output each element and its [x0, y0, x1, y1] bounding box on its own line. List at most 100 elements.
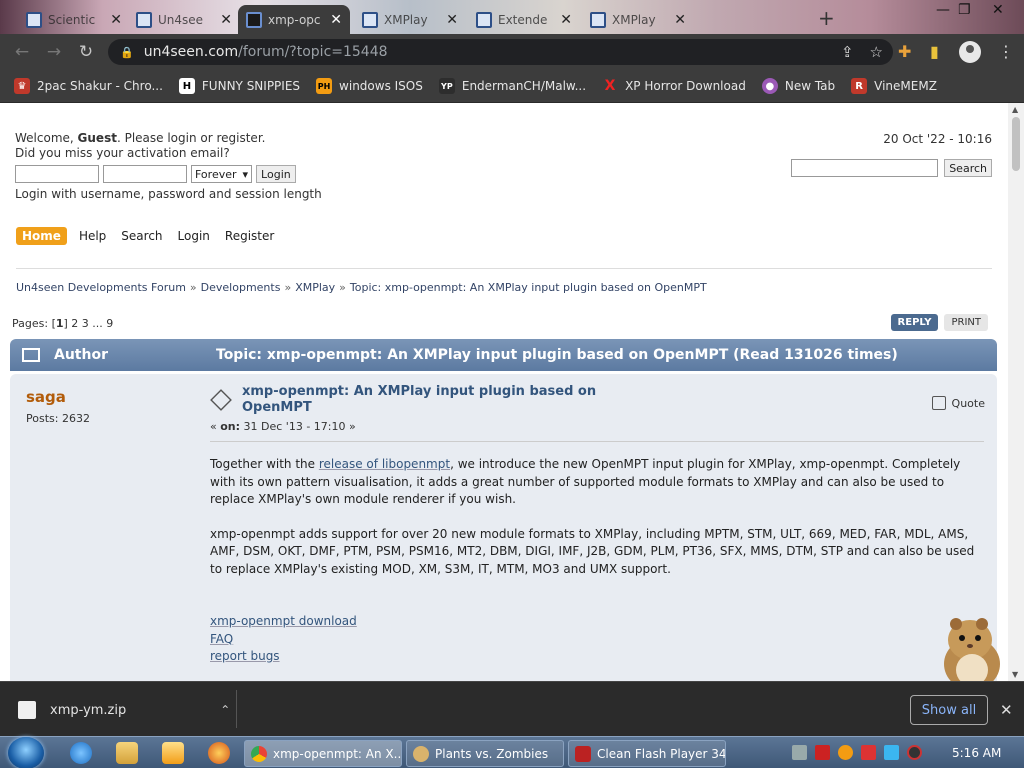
tab-title: Scientic	[48, 12, 96, 27]
tab-close-icon[interactable]: ✕	[674, 12, 686, 28]
media-player-icon[interactable]	[162, 742, 184, 764]
extensions-puzzle-icon[interactable]: ✚	[898, 42, 911, 61]
forum-menu: Home Help Search Login Register	[16, 227, 277, 245]
scroll-down-icon[interactable]: ▼	[1012, 670, 1018, 679]
libopenmpt-release-link[interactable]: release of libopenmpt	[319, 457, 450, 471]
tab-close-icon[interactable]: ✕	[330, 12, 342, 28]
bookmark-label: XP Horror Download	[625, 79, 746, 93]
guest-name: Guest	[77, 131, 117, 145]
activation-link[interactable]: Did you miss your activation email?	[15, 146, 230, 160]
menu-help[interactable]: Help	[76, 227, 109, 245]
profile-avatar-icon[interactable]	[959, 41, 981, 63]
tab-close-icon[interactable]: ✕	[220, 12, 232, 28]
poster-name[interactable]: saga	[26, 388, 90, 406]
browser-tab[interactable]: Scientic ✕	[18, 5, 130, 34]
login-button[interactable]: Login	[256, 165, 296, 183]
menu-login[interactable]: Login	[175, 227, 213, 245]
paint-icon[interactable]	[208, 742, 230, 764]
bookmark-item[interactable]: ♛ 2pac Shakur - Chro...	[14, 78, 163, 94]
search-button[interactable]: Search	[944, 159, 992, 177]
browser-tab[interactable]: XMPlay ✕	[354, 5, 466, 34]
breadcrumb-current[interactable]: Topic: xmp-openmpt: An XMPlay input plug…	[350, 281, 707, 294]
address-bar[interactable]: 🔒 un4seen.com/forum/?topic=15448 ⇪ ☆	[108, 39, 893, 65]
bookmark-item[interactable]: PH windows ISOS	[316, 78, 423, 94]
side-panel-icon[interactable]: ▮	[930, 42, 939, 61]
report-bugs-link[interactable]: report bugs	[210, 648, 980, 666]
browser-tab-active[interactable]: xmp-opc ✕	[238, 5, 350, 34]
tray-app-icon[interactable]	[792, 745, 807, 760]
tray-flag-icon[interactable]	[861, 745, 876, 760]
user-welcome: Welcome, Guest. Please login or register…	[15, 131, 265, 161]
tab-close-icon[interactable]: ✕	[446, 12, 458, 28]
tray-network-icon[interactable]	[884, 745, 899, 760]
download-item[interactable]: xmp-ym.zip ⌃	[18, 701, 230, 719]
tray-record-icon[interactable]	[907, 745, 922, 760]
search-input[interactable]	[791, 159, 939, 177]
new-tab-plus-icon[interactable]: +	[818, 6, 835, 30]
menu-register[interactable]: Register	[222, 227, 277, 245]
file-explorer-icon[interactable]	[116, 742, 138, 764]
text-run: Together with the	[210, 457, 319, 471]
taskbar-task-label: Clean Flash Player 34...	[597, 746, 726, 761]
bookmark-item[interactable]: R VineMEMZ	[851, 78, 937, 94]
quote-button[interactable]: Quote	[931, 396, 985, 410]
browser-tab[interactable]: XMPlay ✕	[582, 5, 694, 34]
download-link[interactable]: xmp-openmpt download	[210, 613, 980, 631]
window-close-icon[interactable]: ✕	[992, 2, 1004, 18]
start-button-icon[interactable]	[8, 737, 44, 768]
tray-antivirus-icon[interactable]	[815, 745, 830, 760]
scroll-up-icon[interactable]: ▲	[1012, 105, 1018, 114]
lock-icon[interactable]: 🔒	[120, 46, 134, 59]
chevron-up-icon[interactable]: ⌃	[220, 703, 230, 717]
breadcrumb: Un4seen Developments Forum » Development…	[16, 281, 707, 294]
reply-button[interactable]: REPLY	[890, 314, 939, 331]
tab-favicon-icon	[590, 11, 606, 28]
menu-home[interactable]: Home	[16, 227, 67, 245]
restore-icon[interactable]: ❐	[958, 2, 971, 18]
browser-tab[interactable]: Extende ✕	[468, 5, 580, 34]
forum-page: Welcome, Guest. Please login or register…	[0, 103, 1008, 681]
post-divider	[210, 441, 984, 442]
share-icon[interactable]: ⇪	[841, 43, 854, 61]
show-all-button[interactable]: Show all	[910, 695, 988, 725]
bookmark-item[interactable]: X XP Horror Download	[602, 78, 746, 94]
back-arrow-icon[interactable]: ←	[6, 42, 38, 62]
tab-close-icon[interactable]: ✕	[110, 12, 122, 28]
forum-search: Search	[791, 159, 992, 177]
tab-title: Extende	[498, 12, 548, 27]
taskbar-game-window[interactable]: Plants vs. Zombies	[406, 740, 564, 767]
tray-search-icon[interactable]	[838, 745, 853, 760]
breadcrumb-item[interactable]: Un4seen Developments Forum	[16, 281, 186, 294]
menu-search[interactable]: Search	[118, 227, 165, 245]
bookmark-item[interactable]: YP EndermanCH/Malw...	[438, 78, 586, 94]
print-button[interactable]: PRINT	[944, 314, 988, 331]
username-input[interactable]	[15, 165, 99, 183]
bookmark-star-icon[interactable]: ☆	[870, 43, 883, 61]
password-input[interactable]	[103, 165, 187, 183]
page-links[interactable]: ] 2 3 ... 9	[64, 317, 114, 330]
scrollbar-thumb[interactable]	[1012, 117, 1020, 171]
topic-table-icon	[22, 348, 40, 362]
tab-title: XMPlay	[612, 12, 656, 27]
taskbar-clock[interactable]: 5:16 AM	[952, 746, 1001, 760]
bookmark-item[interactable]: H FUNNY SNIPPIES	[178, 78, 300, 94]
taskbar-chrome-window[interactable]: xmp-openmpt: An X...	[244, 740, 402, 767]
internet-explorer-icon[interactable]	[70, 742, 92, 764]
forward-arrow-icon[interactable]: →	[38, 42, 70, 62]
taskbar-flash-window[interactable]: Clean Flash Player 34...	[568, 740, 726, 767]
bookmark-item[interactable]: ● New Tab	[761, 78, 835, 94]
tab-close-icon[interactable]: ✕	[560, 12, 572, 28]
session-length-select[interactable]: Forever ▾	[191, 165, 253, 183]
breadcrumb-item[interactable]: XMPlay	[295, 281, 335, 294]
reload-icon[interactable]: ↻	[70, 42, 102, 62]
poster-info: saga Posts: 2632	[26, 388, 90, 425]
minimize-icon[interactable]: —	[936, 2, 950, 18]
page-scrollbar[interactable]: ▲ ▼	[1008, 103, 1024, 681]
welcome-suffix[interactable]: . Please login or register.	[117, 131, 266, 145]
close-download-bar-icon[interactable]: ✕	[1000, 701, 1013, 719]
faq-link[interactable]: FAQ	[210, 631, 980, 649]
kebab-menu-icon[interactable]: ⋮	[998, 42, 1014, 61]
breadcrumb-item[interactable]: Developments	[201, 281, 281, 294]
browser-tab[interactable]: Un4see ✕	[128, 5, 240, 34]
post-title[interactable]: xmp-openmpt: An XMPlay input plugin base…	[242, 384, 630, 416]
